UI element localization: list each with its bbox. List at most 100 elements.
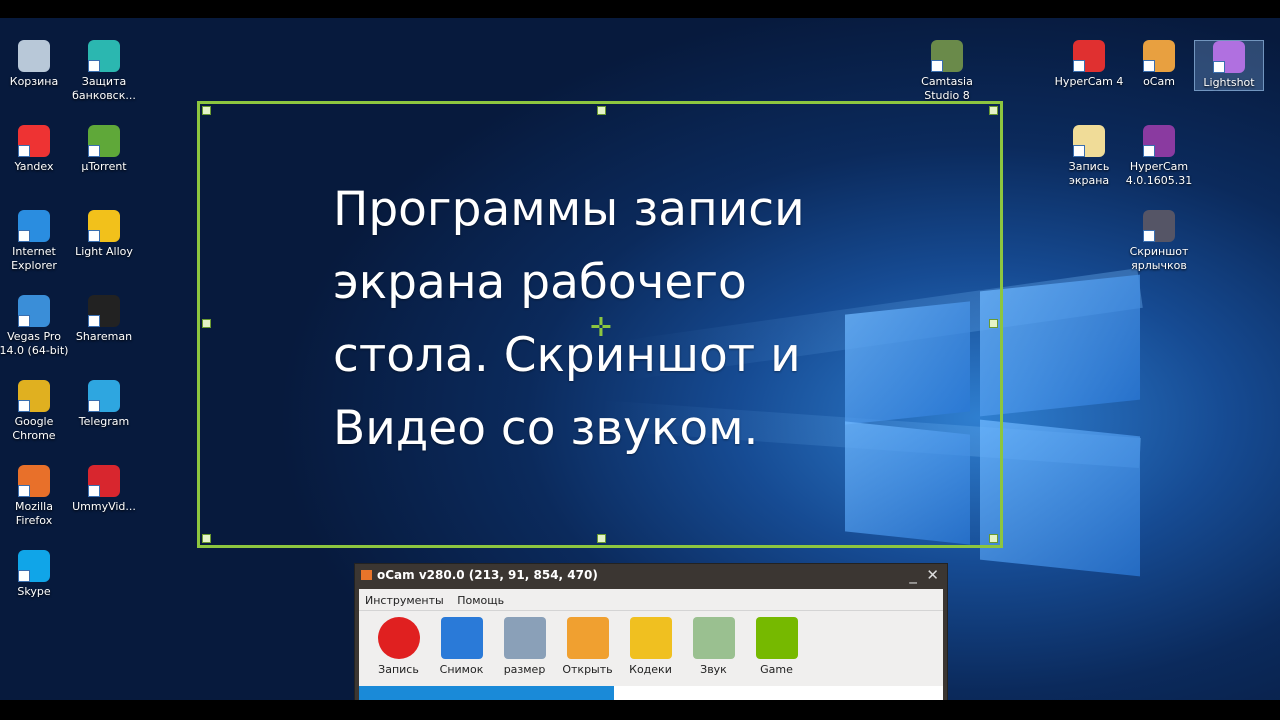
resize-handle[interactable]	[989, 319, 998, 328]
desktop-icon[interactable]: oCam	[1124, 40, 1194, 89]
recycle-bin-icon	[18, 40, 50, 72]
vegas-pro-icon	[18, 295, 50, 327]
window-title: oCam v280.0 (213, 91, 854, 470)	[377, 568, 598, 582]
ocam-icon	[1143, 40, 1175, 72]
resize-handle[interactable]	[202, 534, 211, 543]
menu-help[interactable]: Помощь	[457, 594, 504, 607]
desktop-icon[interactable]: Camtasia Studio 8	[912, 40, 982, 103]
desktop-icon[interactable]: Защита банковск...	[69, 40, 139, 103]
desktop-icon[interactable]: Скриншот ярлычков	[1124, 210, 1194, 273]
tool-button[interactable]: Звук	[682, 617, 745, 676]
desktop-icon-label: Skype	[17, 585, 51, 598]
desktop-icon-label: Корзина	[9, 75, 59, 88]
winrar-archive-icon	[1143, 125, 1175, 157]
bank-protection-icon	[88, 40, 120, 72]
ad-banner-left[interactable]	[359, 686, 614, 700]
desktop-icon[interactable]: HyperCam 4.0.1605.31	[1124, 125, 1194, 188]
resize-handle[interactable]	[202, 319, 211, 328]
ocam-window: oCam v280.0 (213, 91, 854, 470) _ ✕ Инст…	[354, 563, 948, 700]
desktop-icon[interactable]: Lightshot	[1194, 40, 1264, 91]
tool-label: Game	[760, 663, 793, 676]
folder-icon	[1073, 125, 1105, 157]
tool-button[interactable]: Открыть	[556, 617, 619, 676]
headline-line: Программы записи	[333, 182, 805, 237]
hypercam-icon	[1073, 40, 1105, 72]
tool-label: Открыть	[562, 663, 613, 676]
move-cursor-icon: ✛	[590, 313, 612, 343]
skype-icon	[18, 550, 50, 582]
desktop-icon[interactable]: Light Alloy	[69, 210, 139, 259]
close-button[interactable]: ✕	[926, 566, 939, 584]
desktop-icon[interactable]: UmmyVid...	[69, 465, 139, 514]
headline-line: стола. Скриншот и	[333, 328, 801, 383]
image-file-icon	[1143, 210, 1175, 242]
tool-label: Кодеки	[629, 663, 672, 676]
desktop-icon[interactable]: Запись экрана	[1054, 125, 1124, 188]
camtasia-icon	[931, 40, 963, 72]
desktop-icon[interactable]: Skype	[0, 550, 69, 599]
resize-handle[interactable]	[597, 534, 606, 543]
microphone-icon	[692, 617, 735, 659]
tool-button[interactable]: Снимок	[430, 617, 493, 676]
tool-label: размер	[503, 663, 546, 676]
desktop-icon-label: Telegram	[78, 415, 130, 428]
desktop-icon-label: HyperCam 4.0.1605.31	[1125, 160, 1193, 187]
firefox-icon	[18, 465, 50, 497]
wallpaper-pane	[980, 419, 1140, 577]
desktop-icon-label: HyperCam 4	[1054, 75, 1124, 88]
desktop-icon[interactable]: Telegram	[69, 380, 139, 429]
desktop-icon-label: Защита банковск...	[72, 75, 136, 102]
codec-film-icon	[629, 617, 672, 659]
yandex-browser-icon	[18, 125, 50, 157]
minimize-button[interactable]: _	[909, 566, 917, 584]
tool-label: Запись	[378, 663, 419, 676]
desktop-icon-label: Yandex	[14, 160, 54, 173]
desktop-icon-label: Light Alloy	[75, 245, 133, 258]
desktop-icon[interactable]: Internet Explorer	[0, 210, 69, 273]
tool-label: Снимок	[439, 663, 484, 676]
desktop-icon-label: Запись экрана	[1068, 160, 1110, 187]
internet-explorer-icon	[18, 210, 50, 242]
tool-button[interactable]: Запись	[367, 617, 430, 676]
ad-banner[interactable]	[359, 686, 943, 700]
desktop-icon-label: Vegas Pro 14.0 (64-bit)	[0, 330, 69, 357]
monitor-icon	[440, 617, 483, 659]
desktop-icon[interactable]: Yandex	[0, 125, 69, 174]
desktop-icon[interactable]: µTorrent	[69, 125, 139, 174]
resize-handle[interactable]	[989, 106, 998, 115]
ocam-app-icon	[361, 570, 372, 580]
desktop-icon-label: UmmyVid...	[72, 500, 136, 513]
desktop-icon[interactable]: Google Chrome	[0, 380, 69, 443]
desktop-icon-label: Lightshot	[1203, 76, 1255, 89]
title-bar[interactable]: oCam v280.0 (213, 91, 854, 470) _ ✕	[355, 564, 947, 587]
desktop-icon[interactable]: Корзина	[0, 40, 69, 89]
desktop-icon-label: Internet Explorer	[11, 245, 57, 272]
toolbar: Запись Снимок размер Открыть Кодеки Звук Game	[359, 611, 943, 676]
desktop-icon-label: Shareman	[75, 330, 133, 343]
nvidia-game-icon	[755, 617, 798, 659]
record-icon	[377, 617, 420, 659]
resize-handle[interactable]	[202, 106, 211, 115]
menu-bar: Инструменты Помощь	[359, 589, 943, 611]
tool-button[interactable]: Game	[745, 617, 808, 676]
desktop-icon-label: Mozilla Firefox	[15, 500, 53, 527]
headline-line: Видео со звуком.	[333, 401, 759, 456]
light-alloy-icon	[88, 210, 120, 242]
tool-button[interactable]: размер	[493, 617, 556, 676]
desktop-icon[interactable]: Shareman	[69, 295, 139, 344]
desktop-icon[interactable]: Vegas Pro 14.0 (64-bit)	[0, 295, 69, 358]
resize-handle[interactable]	[989, 534, 998, 543]
menu-tools[interactable]: Инструменты	[365, 594, 444, 607]
lightshot-icon	[1213, 41, 1245, 73]
desktop-icon[interactable]: HyperCam 4	[1054, 40, 1124, 89]
desktop: Корзина Защита банковск... Yandex µTorrent I…	[0, 18, 1280, 700]
resize-handle[interactable]	[597, 106, 606, 115]
tool-button[interactable]: Кодеки	[619, 617, 682, 676]
desktop-icon-label: Camtasia Studio 8	[921, 75, 973, 102]
desktop-icon[interactable]: Mozilla Firefox	[0, 465, 69, 528]
chrome-icon	[18, 380, 50, 412]
desktop-icon-label: oCam	[1143, 75, 1175, 88]
desktop-icon-label: µTorrent	[81, 160, 127, 173]
headline-line: экрана рабочего	[333, 255, 747, 310]
folder-open-icon	[566, 617, 609, 659]
